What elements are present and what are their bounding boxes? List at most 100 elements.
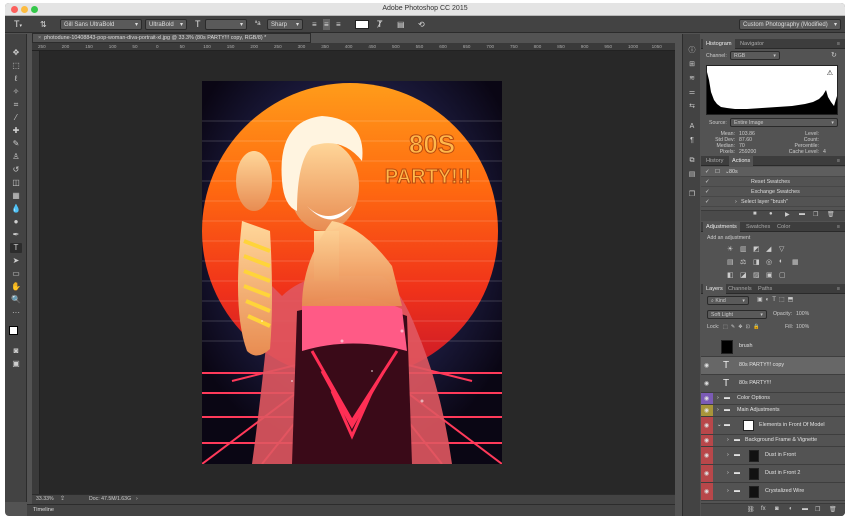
info-icon[interactable]: ⓘ [686, 46, 698, 56]
dialog-toggle-icon[interactable]: ☐ [715, 167, 720, 177]
adjustment-button-icon[interactable]: ▥ [740, 245, 747, 253]
check-icon[interactable]: ✓ [705, 177, 710, 187]
adjustment-button-icon[interactable]: ◧ [727, 271, 734, 279]
group-mask-thumbnail[interactable] [743, 420, 754, 431]
dodge-tool-icon[interactable]: ● [10, 217, 22, 227]
layer-mask-thumbnail[interactable] [749, 450, 759, 462]
action-item[interactable]: ✓ › Select layer "brush" [701, 197, 845, 207]
document-tab[interactable]: × photodune-10408843-pop-woman-diva-portr… [32, 33, 311, 43]
eye-icon[interactable]: ◉ [704, 470, 709, 477]
expand-group-icon[interactable]: ⌄ [717, 422, 722, 428]
tab-color[interactable]: Color [774, 222, 793, 232]
adjustment-button-icon[interactable]: ▢ [779, 271, 786, 279]
tab-actions[interactable]: Actions [729, 156, 754, 166]
screen-mode-icon[interactable]: ▣ [10, 359, 22, 369]
adjustment-button-icon[interactable]: ▨ [753, 271, 760, 279]
check-icon[interactable]: ✓ [705, 197, 710, 207]
adjustment-button-icon[interactable]: ▤ [727, 258, 734, 266]
adjustment-button-icon[interactable]: ◩ [753, 245, 760, 253]
panel-menu-icon[interactable]: ≡ [834, 222, 843, 232]
history-icon[interactable]: ⧉ [686, 156, 698, 166]
timeline-panel-tab[interactable]: Timeline [27, 504, 675, 516]
layer-row[interactable]: ◉ ⌄ ▬ Elements in Front Of Model [701, 417, 845, 435]
type-tool-icon[interactable]: T [10, 243, 22, 253]
crop-tool-icon[interactable]: ⌗ [10, 100, 22, 110]
new-set-icon[interactable]: ▬ [799, 211, 805, 217]
properties-icon[interactable]: ⊞ [686, 60, 698, 70]
panel-menu-icon[interactable]: ≡ [834, 156, 843, 166]
layer-filter-icons[interactable]: ▣◐T⬚⬒ [757, 296, 796, 303]
tab-paths[interactable]: Paths [755, 284, 775, 294]
new-group-icon[interactable]: ▬ [802, 506, 808, 512]
align-center-icon[interactable]: ≡ [323, 19, 330, 30]
more-tools-icon[interactable]: ··· [10, 308, 22, 318]
shape-tool-icon[interactable]: ▭ [10, 269, 22, 279]
hand-tool-icon[interactable]: ✋ [10, 282, 22, 292]
type-tool-icon[interactable]: T▾ [14, 19, 22, 30]
play-icon[interactable]: ▶ [785, 211, 790, 218]
visibility-toggle[interactable]: ◉ [701, 483, 713, 500]
action-item[interactable]: ✓ Reset Swatches [701, 177, 845, 187]
eye-icon[interactable]: ◉ [704, 362, 709, 369]
visibility-toggle[interactable]: ◉ [701, 375, 713, 392]
eye-icon[interactable]: ◉ [704, 437, 709, 444]
visibility-toggle[interactable]: ◉ [701, 447, 713, 464]
layer-row[interactable]: ◉ › ▬ Crystalized Wire [701, 483, 845, 501]
path-selection-tool-icon[interactable]: ➤ [10, 256, 22, 266]
stop-icon[interactable]: ■ [753, 211, 757, 217]
tab-adjustments[interactable]: Adjustments [703, 222, 740, 232]
eye-icon[interactable]: ◉ [704, 395, 709, 402]
adjustment-button-icon[interactable]: ◪ [740, 271, 747, 279]
pen-tool-icon[interactable]: ✒ [10, 230, 22, 240]
visibility-toggle[interactable]: ◉ [701, 435, 713, 446]
opacity-value[interactable]: 100% [796, 311, 809, 317]
action-item[interactable]: ✓ Exchange Swatches [701, 187, 845, 197]
add-mask-icon[interactable]: ◙ [775, 506, 779, 512]
align-right-icon[interactable]: ≡ [336, 19, 341, 30]
font-style-dropdown[interactable]: UltraBold ▾ [145, 19, 187, 30]
adjustment-button-icon[interactable]: ▽ [779, 245, 784, 253]
actions-icon[interactable]: ▤ [686, 170, 698, 180]
eyedropper-tool-icon[interactable]: ⁄ [10, 113, 22, 123]
adjustment-layer-icon[interactable]: ◐ [789, 506, 793, 512]
tab-layers[interactable]: Layers [703, 284, 726, 294]
visibility-toggle[interactable]: ◉ [701, 393, 713, 404]
warp-text-icon[interactable]: Ⱦ [377, 19, 383, 30]
link-layers-icon[interactable]: ⛓ [747, 506, 755, 513]
close-tab-icon[interactable]: × [38, 35, 41, 41]
paragraph-icon[interactable]: ¶ [686, 136, 698, 146]
tab-channels[interactable]: Channels [725, 284, 755, 294]
clone-stamp-tool-icon[interactable]: ♙ [10, 152, 22, 162]
expand-group-icon[interactable]: › [727, 437, 729, 443]
foreground-color-swatch[interactable] [9, 326, 18, 335]
share-icon[interactable]: ⇪ [60, 495, 65, 504]
text-color-swatch[interactable] [355, 20, 369, 29]
panel-menu-icon[interactable]: ≡ [834, 39, 843, 49]
document-artwork[interactable]: 80S PARTY!!! [202, 81, 502, 464]
layer-row[interactable]: ◉ › ▬ Dust in Front 2 [701, 465, 845, 483]
font-family-dropdown[interactable]: Gill Sans UltraBold ▾ [60, 19, 142, 30]
layer-row[interactable]: brush [701, 337, 845, 357]
channel-dropdown[interactable]: RGB ▾ [730, 51, 780, 60]
filter-kind-dropdown[interactable]: ⌕ Kind ▾ [707, 296, 749, 305]
tool-presets-icon[interactable]: ⇆ [686, 102, 698, 112]
tab-history[interactable]: History [703, 156, 726, 166]
delete-icon[interactable]: 🗑 [827, 211, 835, 218]
history-brush-tool-icon[interactable]: ↺ [10, 165, 22, 175]
libraries-icon[interactable]: ❐ [686, 190, 698, 200]
character-icon[interactable]: A [686, 122, 698, 132]
refresh-icon[interactable]: ↻ [831, 51, 837, 59]
character-panel-icon[interactable]: ▤ [397, 19, 405, 30]
expand-icon[interactable]: › [735, 197, 737, 207]
expand-group-icon[interactable]: › [727, 488, 729, 494]
eye-icon[interactable]: ◉ [704, 380, 709, 387]
font-size-field[interactable]: ▾ [205, 19, 247, 30]
layer-mask-thumbnail[interactable] [721, 340, 733, 354]
fill-value[interactable]: 100% [796, 324, 809, 330]
action-item[interactable]: ✓ ☐ ⌄ 80s [701, 167, 845, 177]
expand-group-icon[interactable]: › [717, 407, 719, 413]
expand-group-icon[interactable]: › [717, 395, 719, 401]
visibility-toggle[interactable]: ◉ [701, 417, 713, 434]
blur-tool-icon[interactable]: 💧 [10, 204, 22, 214]
eraser-tool-icon[interactable]: ◫ [10, 178, 22, 188]
